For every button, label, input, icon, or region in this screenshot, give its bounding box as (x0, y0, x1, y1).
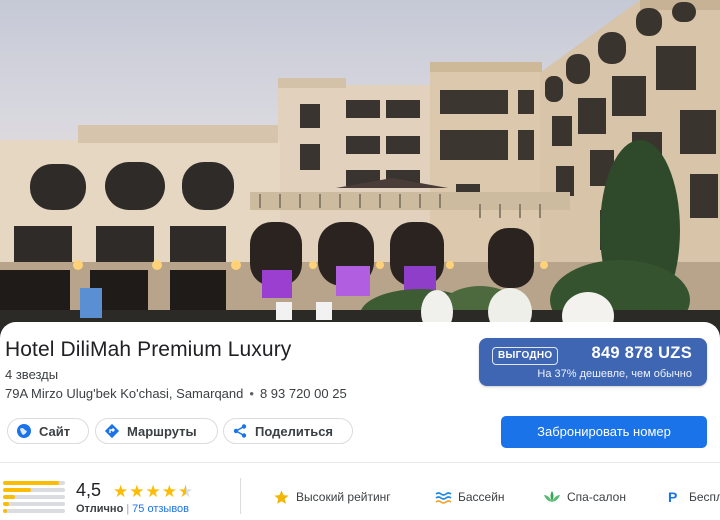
amenity-label: Бассейн (458, 490, 505, 504)
website-button[interactable]: Сайт (7, 418, 89, 444)
share-icon (232, 423, 248, 439)
rating-score: 4,5 (76, 480, 102, 500)
amenity-free-parking[interactable]: P Беспл (665, 488, 720, 506)
rating-summary: Отлично | 75 отзывов (76, 503, 189, 515)
amenity-spa[interactable]: Спа-салон (543, 488, 626, 506)
rating-bar-fill (3, 481, 59, 485)
parking-icon: P (665, 488, 683, 506)
website-label: Сайт (39, 423, 71, 439)
svg-text:P: P (668, 489, 677, 505)
deal-discount-note: На 37% дешевле, чем обычно (537, 368, 692, 380)
routes-button[interactable]: Маршруты (95, 418, 218, 444)
hotel-photo[interactable] (0, 0, 720, 345)
hotel-name: Hotel DiliMah Premium Luxury (5, 338, 292, 361)
amenity-label: Высокий рейтинг (296, 490, 391, 504)
separator-dot: • (249, 386, 254, 401)
hotel-class: 4 звезды (5, 367, 59, 382)
rating-divider: | (126, 503, 130, 515)
deal-badge: ВЫГОДНО (492, 347, 559, 365)
amenity-high-rating[interactable]: Высокий рейтинг (272, 488, 391, 506)
globe-icon (16, 423, 32, 439)
routes-label: Маршруты (127, 423, 197, 439)
vertical-divider (240, 478, 241, 514)
rating-bar-fill (3, 509, 7, 513)
divider (0, 462, 720, 463)
hotel-building-illustration (0, 0, 720, 345)
pool-icon (434, 488, 452, 506)
deal-price: 849 878 UZS (591, 344, 692, 362)
rating-bar-fill (3, 488, 31, 492)
spa-icon (543, 488, 561, 506)
rating-distribution (3, 481, 65, 516)
rating-bar (3, 509, 65, 513)
hotel-address[interactable]: 79A Mirzo Ulug'bek Ko'chasi, Samarqand (5, 386, 243, 401)
half-star: ★ (177, 482, 195, 501)
rating-bar (3, 502, 65, 506)
share-label: Поделиться (255, 423, 334, 439)
deal-price-box[interactable]: ВЫГОДНО 849 878 UZS На 37% дешевле, чем … (479, 338, 707, 386)
hotel-phone[interactable]: 8 93 720 00 25 (260, 386, 347, 401)
address-line: 79A Mirzo Ulug'bek Ko'chasi, Samarqand • 8… (5, 386, 347, 401)
rating-bar (3, 481, 65, 485)
rating-bar (3, 495, 65, 499)
amenity-pool[interactable]: Бассейн (434, 488, 505, 506)
full-stars: ★★★★ (113, 482, 178, 501)
amenity-label: Спа-салон (567, 490, 626, 504)
star-icon (272, 488, 290, 506)
rating-stars: ★★★★★ (113, 482, 194, 502)
share-button[interactable]: Поделиться (223, 418, 353, 444)
rating-bar-fill (3, 495, 16, 499)
hotel-info-card: Hotel DiliMah Premium Luxury 4 звезды 79… (0, 322, 720, 520)
rating-bar-fill (3, 502, 10, 506)
book-room-button[interactable]: Забронировать номер (501, 416, 707, 448)
reviews-link[interactable]: 75 отзывов (132, 503, 189, 515)
rating-bar (3, 488, 65, 492)
amenity-label: Беспл (689, 490, 720, 504)
directions-icon (104, 423, 120, 439)
rating-word: Отлично (76, 503, 124, 515)
